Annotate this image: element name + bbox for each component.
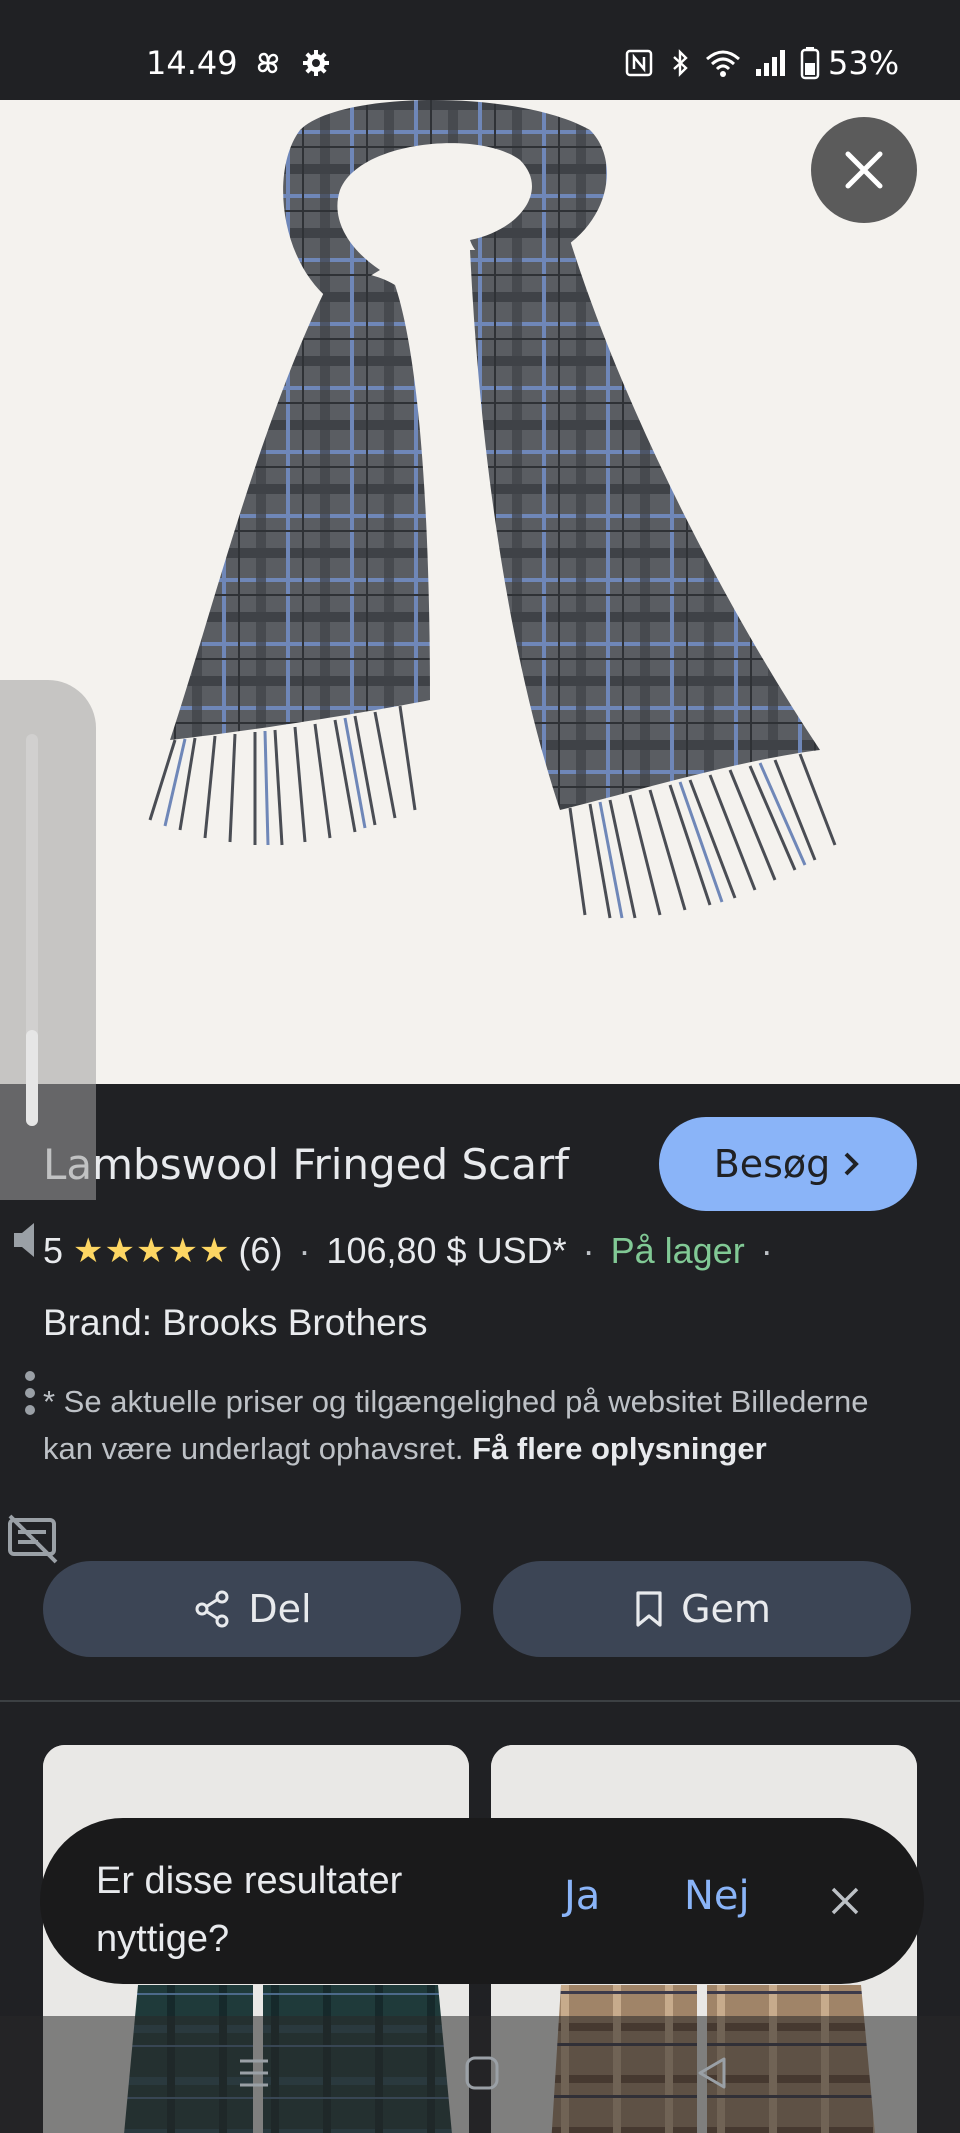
- battery-icon: [800, 47, 820, 80]
- more-vertical-icon[interactable]: [24, 1370, 36, 1416]
- chevron-right-icon: [844, 1152, 860, 1176]
- status-time: 14.49: [146, 44, 238, 82]
- feedback-close-button[interactable]: [818, 1874, 872, 1928]
- battery-percentage: 53%: [828, 44, 900, 82]
- review-count[interactable]: (6): [238, 1230, 282, 1272]
- volume-panel: [0, 680, 96, 1200]
- visit-button[interactable]: Besøg: [659, 1117, 917, 1211]
- settings-gear-icon: [303, 50, 329, 76]
- wifi-icon: [706, 50, 740, 77]
- captions-off-icon[interactable]: [4, 1510, 60, 1566]
- nfc-icon: [625, 49, 653, 77]
- volume-level: [26, 1030, 38, 1126]
- feedback-yes-button[interactable]: Ja: [564, 1873, 600, 1919]
- brand-label: Brand: Brooks Brothers: [43, 1302, 428, 1343]
- signal-icon: [756, 50, 785, 76]
- back-icon[interactable]: [694, 2055, 730, 2091]
- bookmark-icon: [636, 1591, 662, 1627]
- separator-dot: ·: [582, 1230, 595, 1271]
- share-icon: [195, 1590, 229, 1628]
- separator-dot: ·: [298, 1230, 311, 1271]
- bluetooth-icon: [673, 49, 688, 77]
- close-button[interactable]: [811, 117, 917, 223]
- visit-button-label: Besøg: [713, 1142, 831, 1186]
- product-image[interactable]: [0, 100, 960, 1084]
- section-divider: [0, 1700, 960, 1702]
- home-icon[interactable]: [464, 2055, 500, 2091]
- price: 106,80 $ USD*: [326, 1230, 567, 1271]
- feedback-question: Er disse resultater nyttige?: [96, 1860, 403, 1960]
- rating-price-row: 5 ★★★★★ (6) · 106,80 $ USD* · På lager ·: [43, 1226, 789, 1276]
- save-button-label: Gem: [681, 1587, 771, 1631]
- product-title: Lambswool Fringed Scarf: [43, 1140, 570, 1189]
- share-button-label: Del: [248, 1587, 312, 1631]
- speaker-icon[interactable]: [10, 1218, 50, 1262]
- feedback-toast: Er disse resultater nyttige? Ja Nej: [40, 1818, 924, 1984]
- recents-icon[interactable]: [236, 2055, 272, 2091]
- pinwheel-icon: [257, 52, 279, 74]
- close-icon: [845, 151, 883, 189]
- share-button[interactable]: Del: [43, 1561, 461, 1657]
- feedback-no-button[interactable]: Nej: [684, 1873, 750, 1919]
- star-rating: ★★★★★: [73, 1231, 231, 1271]
- separator-dot: ·: [760, 1230, 773, 1271]
- availability-status: På lager: [610, 1230, 745, 1271]
- save-button[interactable]: Gem: [493, 1561, 911, 1657]
- status-bar: 14.49 53%: [0, 0, 960, 100]
- close-icon: [831, 1887, 859, 1915]
- price-disclaimer: * Se aktuelle priser og tilgængelighed p…: [43, 1378, 903, 1472]
- more-info-link[interactable]: Få flere oplysninger: [472, 1431, 767, 1466]
- scarf-image: [148, 100, 837, 919]
